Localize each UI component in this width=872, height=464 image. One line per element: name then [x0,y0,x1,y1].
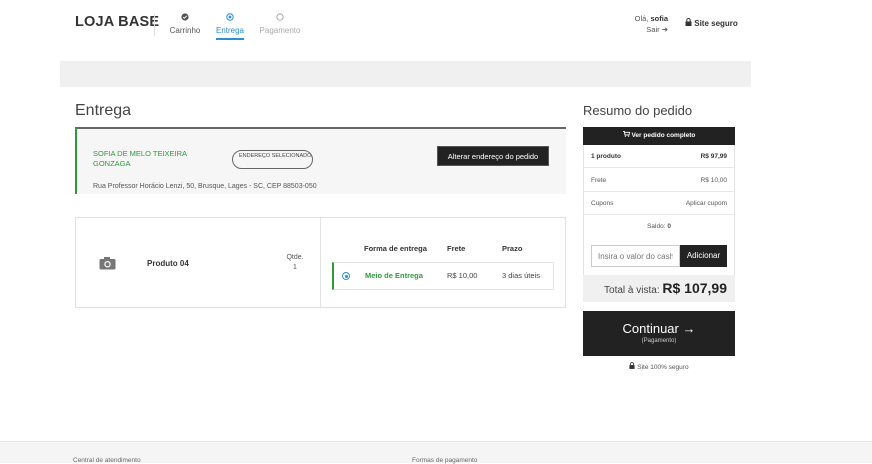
total-value: R$ 107,99 [662,280,727,296]
active-step-underline [216,38,244,40]
header-divider [154,14,155,36]
site-secure-badge: Site seguro [685,18,738,28]
summary-row-label: Cupons [591,200,614,207]
view-full-order-label: Ver pedido completo [631,132,696,139]
radio-dot-icon [205,13,255,23]
total-label: Total à vista: [604,285,660,296]
step-label: Entrega [215,26,245,35]
quantity-value: 1 [293,264,297,271]
secure-note-label: Site 100% seguro [637,364,689,371]
address-recipient: SOFIA DE MELO TEIXEIRA GONZAGA [93,149,187,168]
notice-bar [60,61,751,87]
logout-icon: ➔ [661,25,668,34]
logout-link[interactable]: Sair ➔ [620,24,668,35]
change-address-button[interactable]: Alterar endereço do pedido [437,146,549,166]
continue-label: Continuar → [622,321,696,336]
user-greeting: Olá, [634,14,649,23]
product-quantity: Qtde. 1 [283,253,307,273]
check-circle-icon [160,13,210,23]
step-label: Pagamento [259,26,301,35]
shipping-option-radio[interactable] [342,272,350,280]
shipping-option-price: R$ 10,00 [447,271,478,280]
step-carrinho[interactable]: Carrinho [160,13,210,35]
page-title: Entrega [75,102,132,119]
logout-label: Sair [646,25,660,34]
store-logo[interactable]: LOJA BASE [75,14,159,30]
secure-note: Site 100% seguro [583,362,735,371]
summary-row-coupons: Cupons Aplicar cupom [583,192,735,215]
site-secure-label: Site seguro [694,19,738,28]
summary-row-value: R$ 10,00 [700,177,727,184]
summary-row-shipping: Frete R$ 10,00 [583,169,735,192]
user-menu: Olá, sofia Sair ➔ [620,13,668,35]
user-name: sofia [650,14,668,23]
shipping-option-deadline: 3 dias úteis [502,271,540,280]
lock-icon [685,18,694,28]
panel-divider [320,217,321,308]
continue-button[interactable]: Continuar → (Pagamento) [583,311,735,356]
cash-balance: Saldo: 0 [583,223,735,230]
shipping-method-header: Forma de entrega [364,244,427,253]
summary-row-products: 1 produto R$ 97,99 [583,145,735,168]
add-cash-button[interactable]: Adicionar [680,245,727,267]
summary-row-label: 1 produto [591,153,621,160]
shipping-deadline-header: Prazo [502,244,523,253]
summary-title: Resumo do pedido [583,103,693,118]
product-name: Produto 04 [147,259,189,268]
address-line: Rua Professor Horácio Lenzi, 50, Brusque… [93,183,317,190]
apply-coupon-link[interactable]: Aplicar cupom [686,200,727,207]
continue-sublabel: (Pagamento) [641,338,677,344]
shipping-option-name: Meio de Entrega [365,271,423,280]
step-pagamento[interactable]: Pagamento [255,13,305,35]
empty-circle-icon [255,13,305,23]
summary-row-value: R$ 97,99 [700,153,727,160]
saldo-label: Saldo: [647,223,666,230]
address-selected-badge: ENDEREÇO SELECIONADO [232,150,313,169]
order-total: Total à vista: R$ 107,99 [583,275,735,302]
step-entrega[interactable]: Entrega [205,13,255,40]
shipping-price-header: Frete [447,244,466,253]
summary-row-label: Frete [591,177,607,184]
step-label: Carrinho [169,26,201,35]
cash-amount-input[interactable] [591,245,680,267]
camera-icon [99,256,116,275]
saldo-value: 0 [667,223,671,230]
quantity-label: Qtde. [286,254,304,261]
view-full-order-button[interactable]: Ver pedido completo [583,127,735,145]
